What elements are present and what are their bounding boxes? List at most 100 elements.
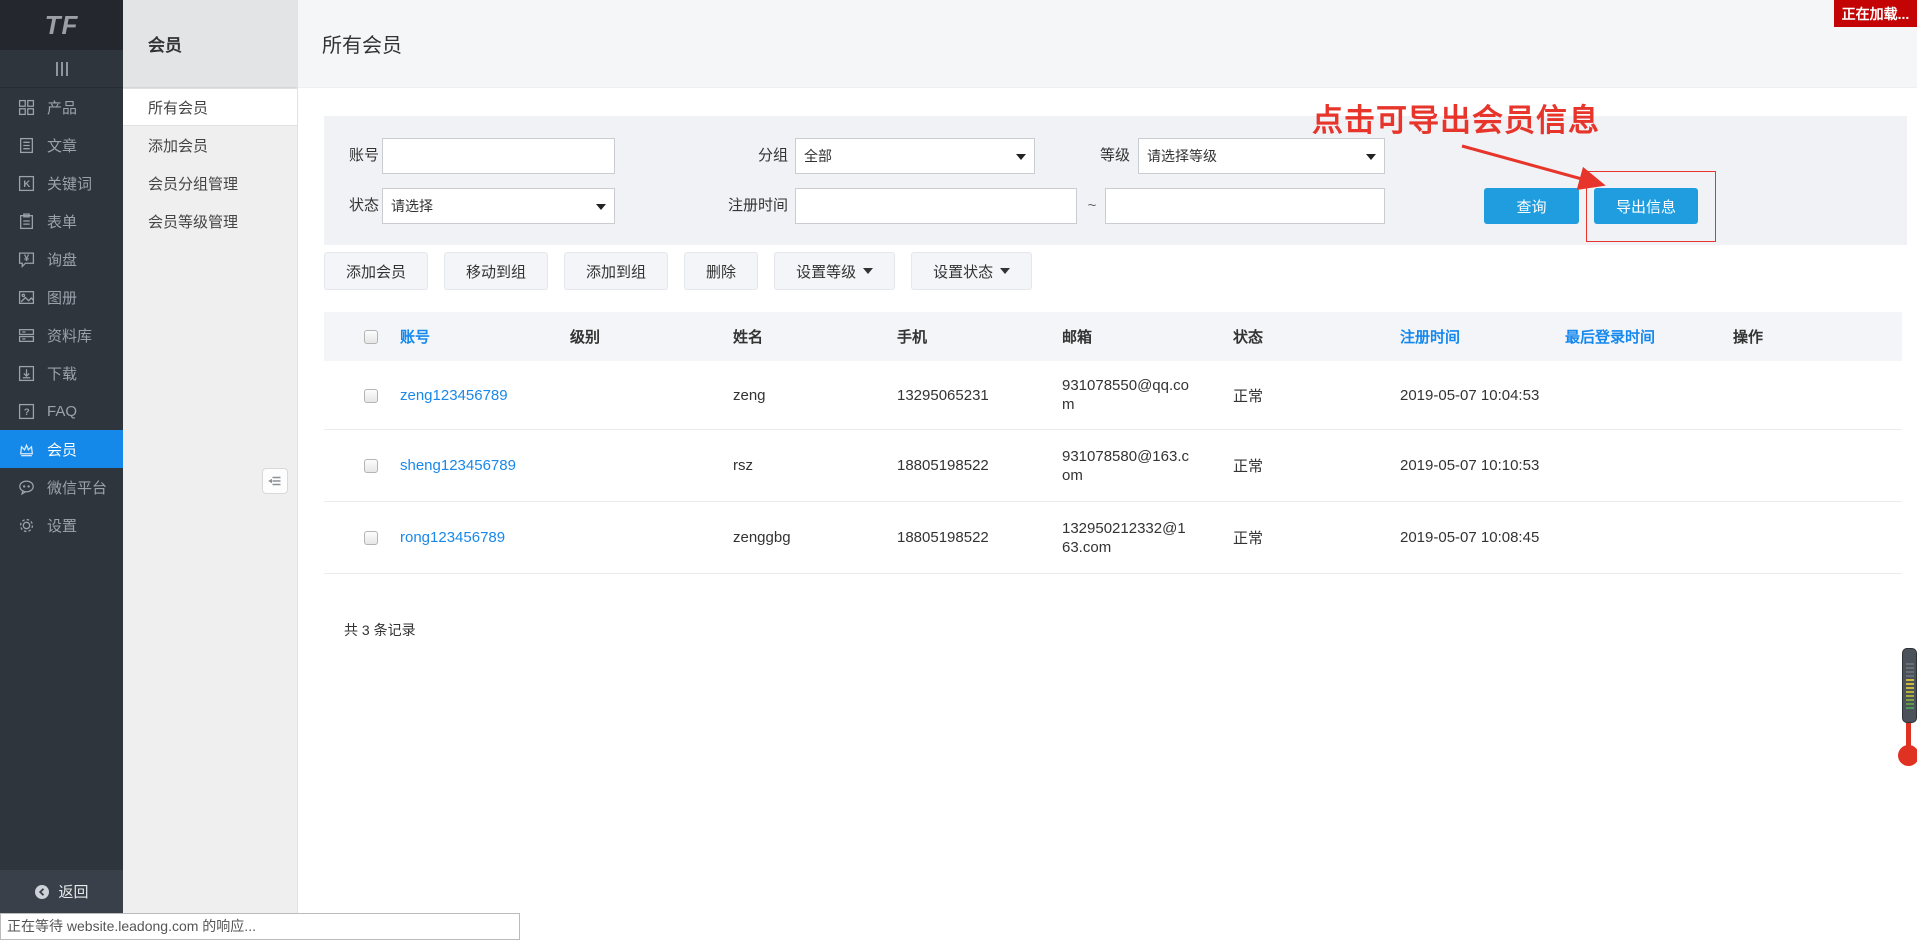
sidebar-item-keywords[interactable]: K 关键词: [0, 164, 123, 202]
sidebar-item-members[interactable]: 会员: [0, 430, 123, 468]
sidebar-collapse-button[interactable]: [0, 50, 123, 88]
sidebar-item-downloads[interactable]: 下载: [0, 354, 123, 392]
column-header-phone: 手机: [882, 312, 1047, 361]
sidebar-item-label: 产品: [47, 97, 77, 118]
sidebar-item-wechat[interactable]: 微信平台: [0, 468, 123, 506]
sidebar-item-gallery[interactable]: 图册: [0, 278, 123, 316]
sidebar-item-label: 表单: [47, 211, 77, 232]
sidebar-item-articles[interactable]: 文章: [0, 126, 123, 164]
sidebar-item-label: 会员: [47, 439, 77, 460]
member-account-link[interactable]: zeng123456789: [400, 387, 508, 404]
regtime-start-input[interactable]: [795, 188, 1077, 224]
column-header-lastlogin[interactable]: 最后登录时间: [1550, 312, 1718, 361]
level-select[interactable]: 请选择等级: [1138, 138, 1385, 174]
member-level: [555, 361, 718, 430]
member-ops: [1718, 430, 1902, 502]
member-status: 正常: [1218, 361, 1385, 430]
sidebar-item-label: 关键词: [47, 173, 92, 194]
account-label: 账号: [324, 138, 379, 174]
caret-down-icon: [1000, 268, 1010, 274]
collapse-bars-icon: [56, 62, 58, 76]
sidebar-item-inquiries[interactable]: ¥ 询盘: [0, 240, 123, 278]
sidebar-item-label: 文章: [47, 135, 77, 156]
group-label: 分组: [724, 138, 788, 174]
chat-bubble-icon: [18, 479, 35, 496]
svg-text:?: ?: [24, 407, 30, 418]
delete-button[interactable]: 删除: [684, 252, 758, 290]
sidebar-item-label: 微信平台: [47, 477, 107, 498]
member-email: 132950212332@163.com: [1047, 502, 1218, 574]
member-regtime: 2019-05-07 10:04:53: [1385, 361, 1550, 430]
member-phone: 18805198522: [882, 430, 1047, 502]
submenu-item-add-member[interactable]: 添加会员: [123, 126, 297, 164]
thermometer-widget[interactable]: [1898, 645, 1917, 765]
level-label: 等级: [1064, 138, 1130, 174]
library-icon: [18, 327, 35, 344]
row-checkbox[interactable]: [364, 389, 378, 403]
bulk-actions-toolbar: 添加会员 移动到组 添加到组 删除 设置等级 设置状态: [324, 252, 1032, 290]
sidebar-item-label: 下载: [47, 363, 77, 384]
grid-icon: [18, 99, 35, 116]
crown-icon: [18, 441, 35, 458]
sidebar-item-library[interactable]: 资料库: [0, 316, 123, 354]
member-phone: 18805198522: [882, 502, 1047, 574]
browser-status-text: 正在等待 website.leadong.com 的响应...: [0, 913, 520, 940]
dropdown-arrow-icon: [596, 204, 606, 210]
back-circle-icon: [34, 884, 50, 900]
svg-text:K: K: [23, 179, 30, 190]
table-row: sheng123456789 rsz 18805198522 931078580…: [324, 430, 1902, 502]
account-input[interactable]: [382, 138, 615, 174]
submenu-item-all-members[interactable]: 所有会员: [123, 88, 297, 126]
sidebar-item-products[interactable]: 产品: [0, 88, 123, 126]
sidebar-item-settings[interactable]: 设置: [0, 506, 123, 544]
panel-collapse-button[interactable]: [262, 468, 288, 494]
sidebar-item-faq[interactable]: ? FAQ: [0, 392, 123, 430]
set-status-dropdown-button[interactable]: 设置状态: [911, 252, 1032, 290]
add-member-button[interactable]: 添加会员: [324, 252, 428, 290]
members-table: 账号 级别 姓名 手机 邮箱 状态 注册时间 最后登录时间 操作 zeng123…: [324, 312, 1902, 574]
inquiry-icon: ¥: [18, 251, 35, 268]
range-separator: ~: [1082, 188, 1102, 224]
form-icon: [18, 213, 35, 230]
column-header-status: 状态: [1218, 312, 1385, 361]
table-row: zeng123456789 zeng 13295065231 931078550…: [324, 361, 1902, 430]
row-checkbox[interactable]: [364, 459, 378, 473]
member-email: 931078580@163.com: [1047, 430, 1218, 502]
sidebar-item-label: 资料库: [47, 325, 92, 346]
set-level-dropdown-button[interactable]: 设置等级: [774, 252, 895, 290]
regtime-end-input[interactable]: [1105, 188, 1385, 224]
column-header-regtime[interactable]: 注册时间: [1385, 312, 1550, 361]
keyword-icon: K: [18, 175, 35, 192]
member-lastlogin: [1550, 430, 1718, 502]
member-name: zenggbg: [718, 502, 882, 574]
move-to-group-button[interactable]: 移动到组: [444, 252, 548, 290]
group-select[interactable]: 全部: [795, 138, 1035, 174]
member-status: 正常: [1218, 502, 1385, 574]
submenu-item-level-management[interactable]: 会员等级管理: [123, 202, 297, 240]
column-header-ops: 操作: [1718, 312, 1902, 361]
loading-badge: 正在加载...: [1834, 0, 1917, 27]
submenu-item-group-management[interactable]: 会员分组管理: [123, 164, 297, 202]
sidebar-item-forms[interactable]: 表单: [0, 202, 123, 240]
member-account-link[interactable]: rong123456789: [400, 529, 505, 546]
svg-text:¥: ¥: [24, 253, 30, 264]
search-button[interactable]: 查询: [1484, 188, 1579, 224]
member-level: [555, 430, 718, 502]
add-to-group-button[interactable]: 添加到组: [564, 252, 668, 290]
column-header-account[interactable]: 账号: [385, 312, 555, 361]
collapse-menu-icon: [267, 473, 283, 489]
back-button[interactable]: 返回: [0, 870, 123, 913]
records-total: 共 3 条记录: [344, 620, 416, 640]
column-header-email: 邮箱: [1047, 312, 1218, 361]
sidebar-item-label: 设置: [47, 515, 77, 536]
member-status: 正常: [1218, 430, 1385, 502]
primary-sidebar: TF 产品 文章 K 关键词 表单: [0, 0, 123, 940]
status-select[interactable]: 请选择: [382, 188, 615, 224]
row-checkbox[interactable]: [364, 531, 378, 545]
export-button[interactable]: 导出信息: [1594, 188, 1698, 224]
thermometer-bulb-icon: [1898, 745, 1917, 766]
page-header: 所有会员: [298, 0, 1917, 88]
sidebar-item-label: 图册: [47, 287, 77, 308]
member-account-link[interactable]: sheng123456789: [400, 457, 516, 474]
select-all-checkbox[interactable]: [364, 330, 378, 344]
